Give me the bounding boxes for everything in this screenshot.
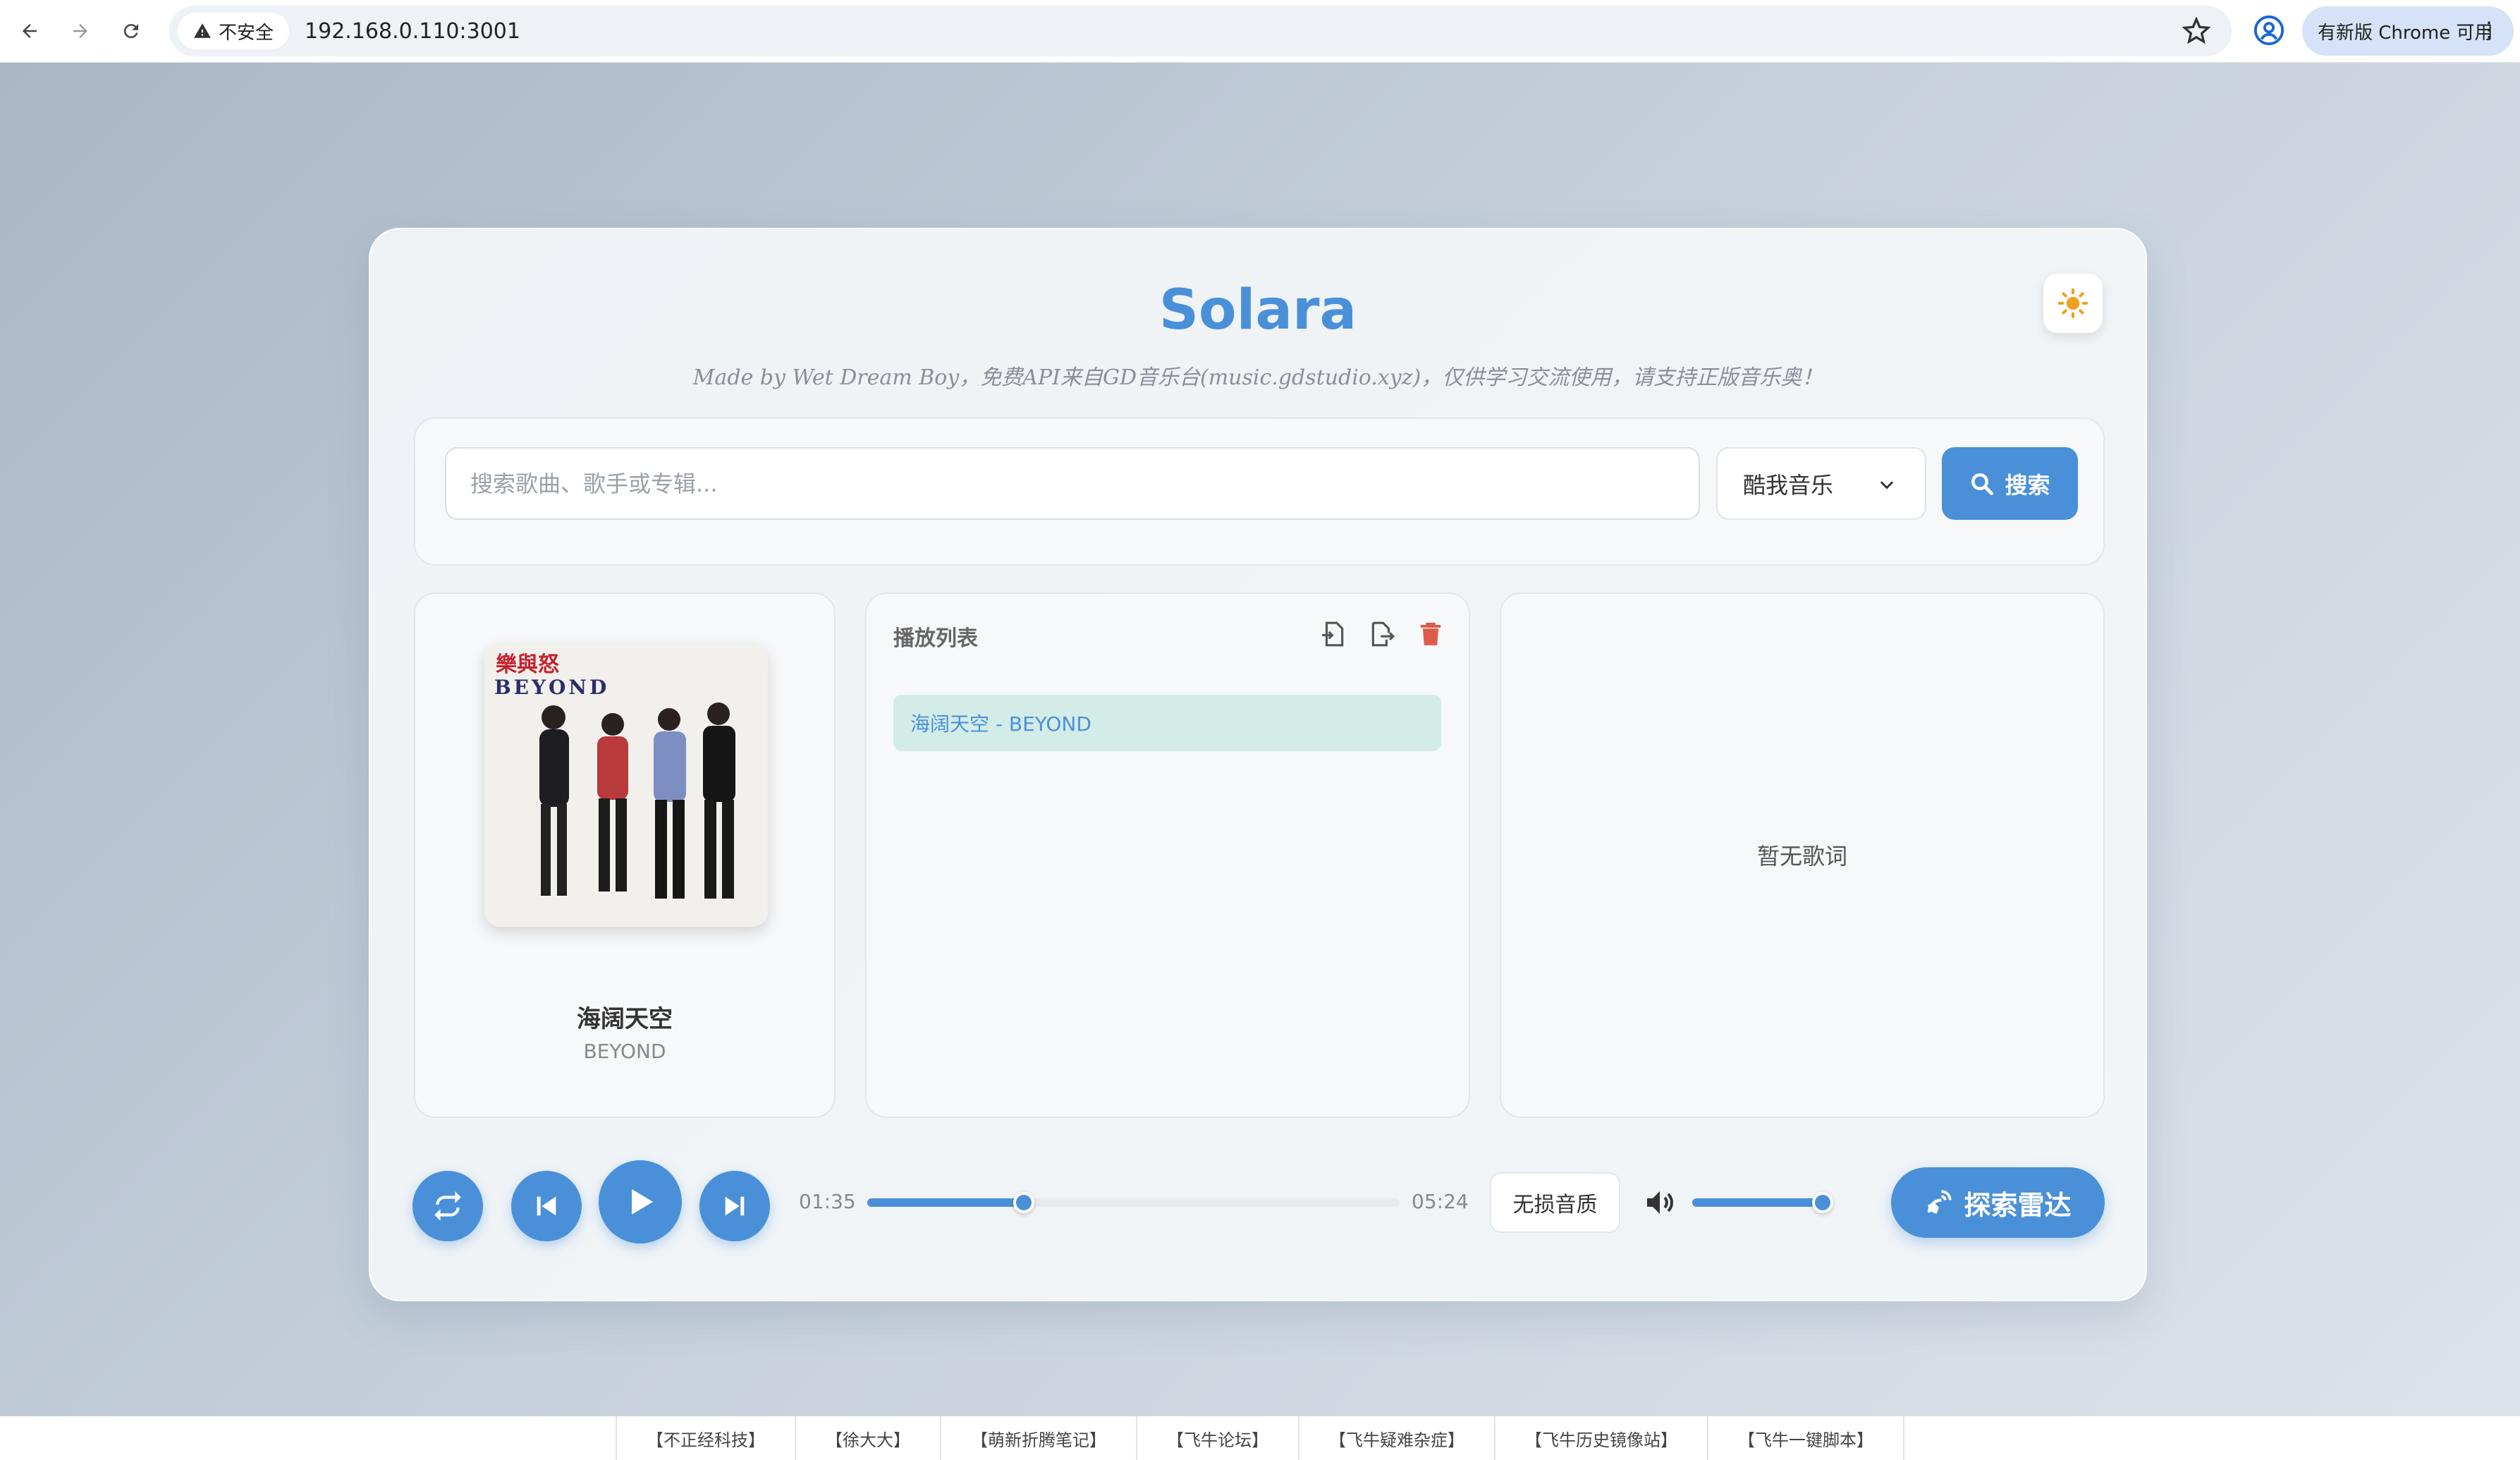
footer-link[interactable]: 【萌新折腾笔记】 <box>941 1416 1137 1460</box>
playlist-title: 播放列表 <box>893 626 978 651</box>
update-label: 有新版 Chrome 可用 <box>2318 22 2493 44</box>
play-icon <box>632 1189 653 1215</box>
explore-radar-button[interactable]: 探索雷达 <box>1891 1167 2105 1238</box>
footer-link[interactable]: 【飞牛历史镜像站】 <box>1496 1416 1708 1460</box>
skip-next-icon <box>725 1196 745 1216</box>
reload-icon[interactable] <box>110 10 152 52</box>
volume-fill <box>1692 1198 1823 1207</box>
app-title: Solara <box>1158 279 1357 342</box>
search-icon <box>1971 473 1994 495</box>
next-button[interactable] <box>699 1171 770 1241</box>
skip-previous-icon <box>537 1196 556 1216</box>
progress-fill <box>867 1198 1024 1207</box>
trash-icon[interactable] <box>1417 621 1444 647</box>
song-title: 海阔天空 <box>577 1005 673 1033</box>
progress-knob[interactable] <box>1013 1192 1034 1213</box>
back-icon[interactable] <box>8 10 51 52</box>
forward-icon[interactable] <box>59 10 102 52</box>
footer-link[interactable]: 【徐大大】 <box>796 1416 941 1460</box>
volume-knob[interactable] <box>1812 1192 1833 1213</box>
search-panel: 酷我音乐 搜索 <box>414 418 2105 566</box>
profile-icon[interactable] <box>2253 14 2285 47</box>
album-text-en: BEYOND <box>494 676 609 699</box>
album-cover: 樂與怒 BEYOND <box>484 643 768 927</box>
repeat-icon <box>434 1191 461 1221</box>
music-source-select[interactable]: 酷我音乐 <box>1716 447 1926 520</box>
quality-button[interactable]: 无损音质 <box>1490 1172 1620 1233</box>
now-playing-panel: 樂與怒 BEYOND 海阔天空 BEYOND <box>414 592 836 1118</box>
song-artist: BEYOND <box>583 1040 666 1063</box>
search-button-label: 搜索 <box>2005 471 2050 499</box>
chrome-update-button[interactable]: 有新版 Chrome 可用 ⋮ <box>2302 6 2514 56</box>
search-button[interactable]: 搜索 <box>1942 447 2078 520</box>
lyrics-empty-text: 暂无歌词 <box>1756 843 1847 870</box>
export-icon[interactable] <box>1369 621 1395 647</box>
chevron-down-icon <box>1880 481 1894 489</box>
import-icon[interactable] <box>1320 621 1347 647</box>
lyrics-panel: 暂无歌词 <box>1500 592 2105 1118</box>
menu-dots-icon[interactable]: ⋮ <box>2478 18 2500 43</box>
search-input[interactable] <box>445 447 1700 520</box>
footer-link[interactable]: 【飞牛论坛】 <box>1137 1416 1299 1460</box>
current-time: 01:35 <box>799 1190 856 1213</box>
volume-slider[interactable] <box>1692 1192 1833 1213</box>
progress-slider[interactable] <box>867 1192 1400 1213</box>
warning-icon <box>194 23 211 38</box>
browser-toolbar: 不安全 192.168.0.110:3001 有新版 Chrome 可用 ⋮ <box>0 0 2520 63</box>
footer-link[interactable]: 【飞牛一键脚本】 <box>1708 1416 1904 1460</box>
address-bar[interactable]: 不安全 192.168.0.110:3001 <box>169 6 2232 56</box>
playlist-item[interactable]: 海阔天空 - BEYOND <box>893 695 1441 751</box>
album-text-cn: 樂與怒 <box>496 652 559 677</box>
security-label: 不安全 <box>219 22 274 44</box>
theme-toggle-button[interactable] <box>2043 274 2103 333</box>
bookmark-star-icon[interactable] <box>2182 17 2210 45</box>
repeat-button[interactable] <box>412 1171 483 1241</box>
playlist-panel: 播放列表 海阔天空 - BEYOND <box>865 592 1470 1118</box>
total-time: 05:24 <box>1412 1190 1469 1213</box>
sun-icon <box>2057 288 2088 319</box>
play-button[interactable] <box>599 1160 682 1243</box>
player-card: Solara Made by Wet Dream Boy，免费API来自GD音乐… <box>369 228 2147 1301</box>
url-text[interactable]: 192.168.0.110:3001 <box>305 19 520 44</box>
app-subtitle: Made by Wet Dream Boy，免费API来自GD音乐台(music… <box>692 365 1823 390</box>
radar-icon <box>1928 1190 1952 1214</box>
footer-links: 【不正经科技】 【徐大大】 【萌新折腾笔记】 【飞牛论坛】 【飞牛疑难杂症】 【… <box>0 1416 2520 1460</box>
volume-icon[interactable] <box>1643 1186 1677 1219</box>
footer-link[interactable]: 【不正经科技】 <box>616 1416 796 1460</box>
source-selected-label: 酷我音乐 <box>1743 471 1834 499</box>
footer-link[interactable]: 【飞牛疑难杂症】 <box>1299 1416 1496 1460</box>
previous-button[interactable] <box>511 1171 582 1241</box>
security-chip[interactable]: 不安全 <box>178 13 290 49</box>
radar-button-label: 探索雷达 <box>1964 1189 2072 1221</box>
